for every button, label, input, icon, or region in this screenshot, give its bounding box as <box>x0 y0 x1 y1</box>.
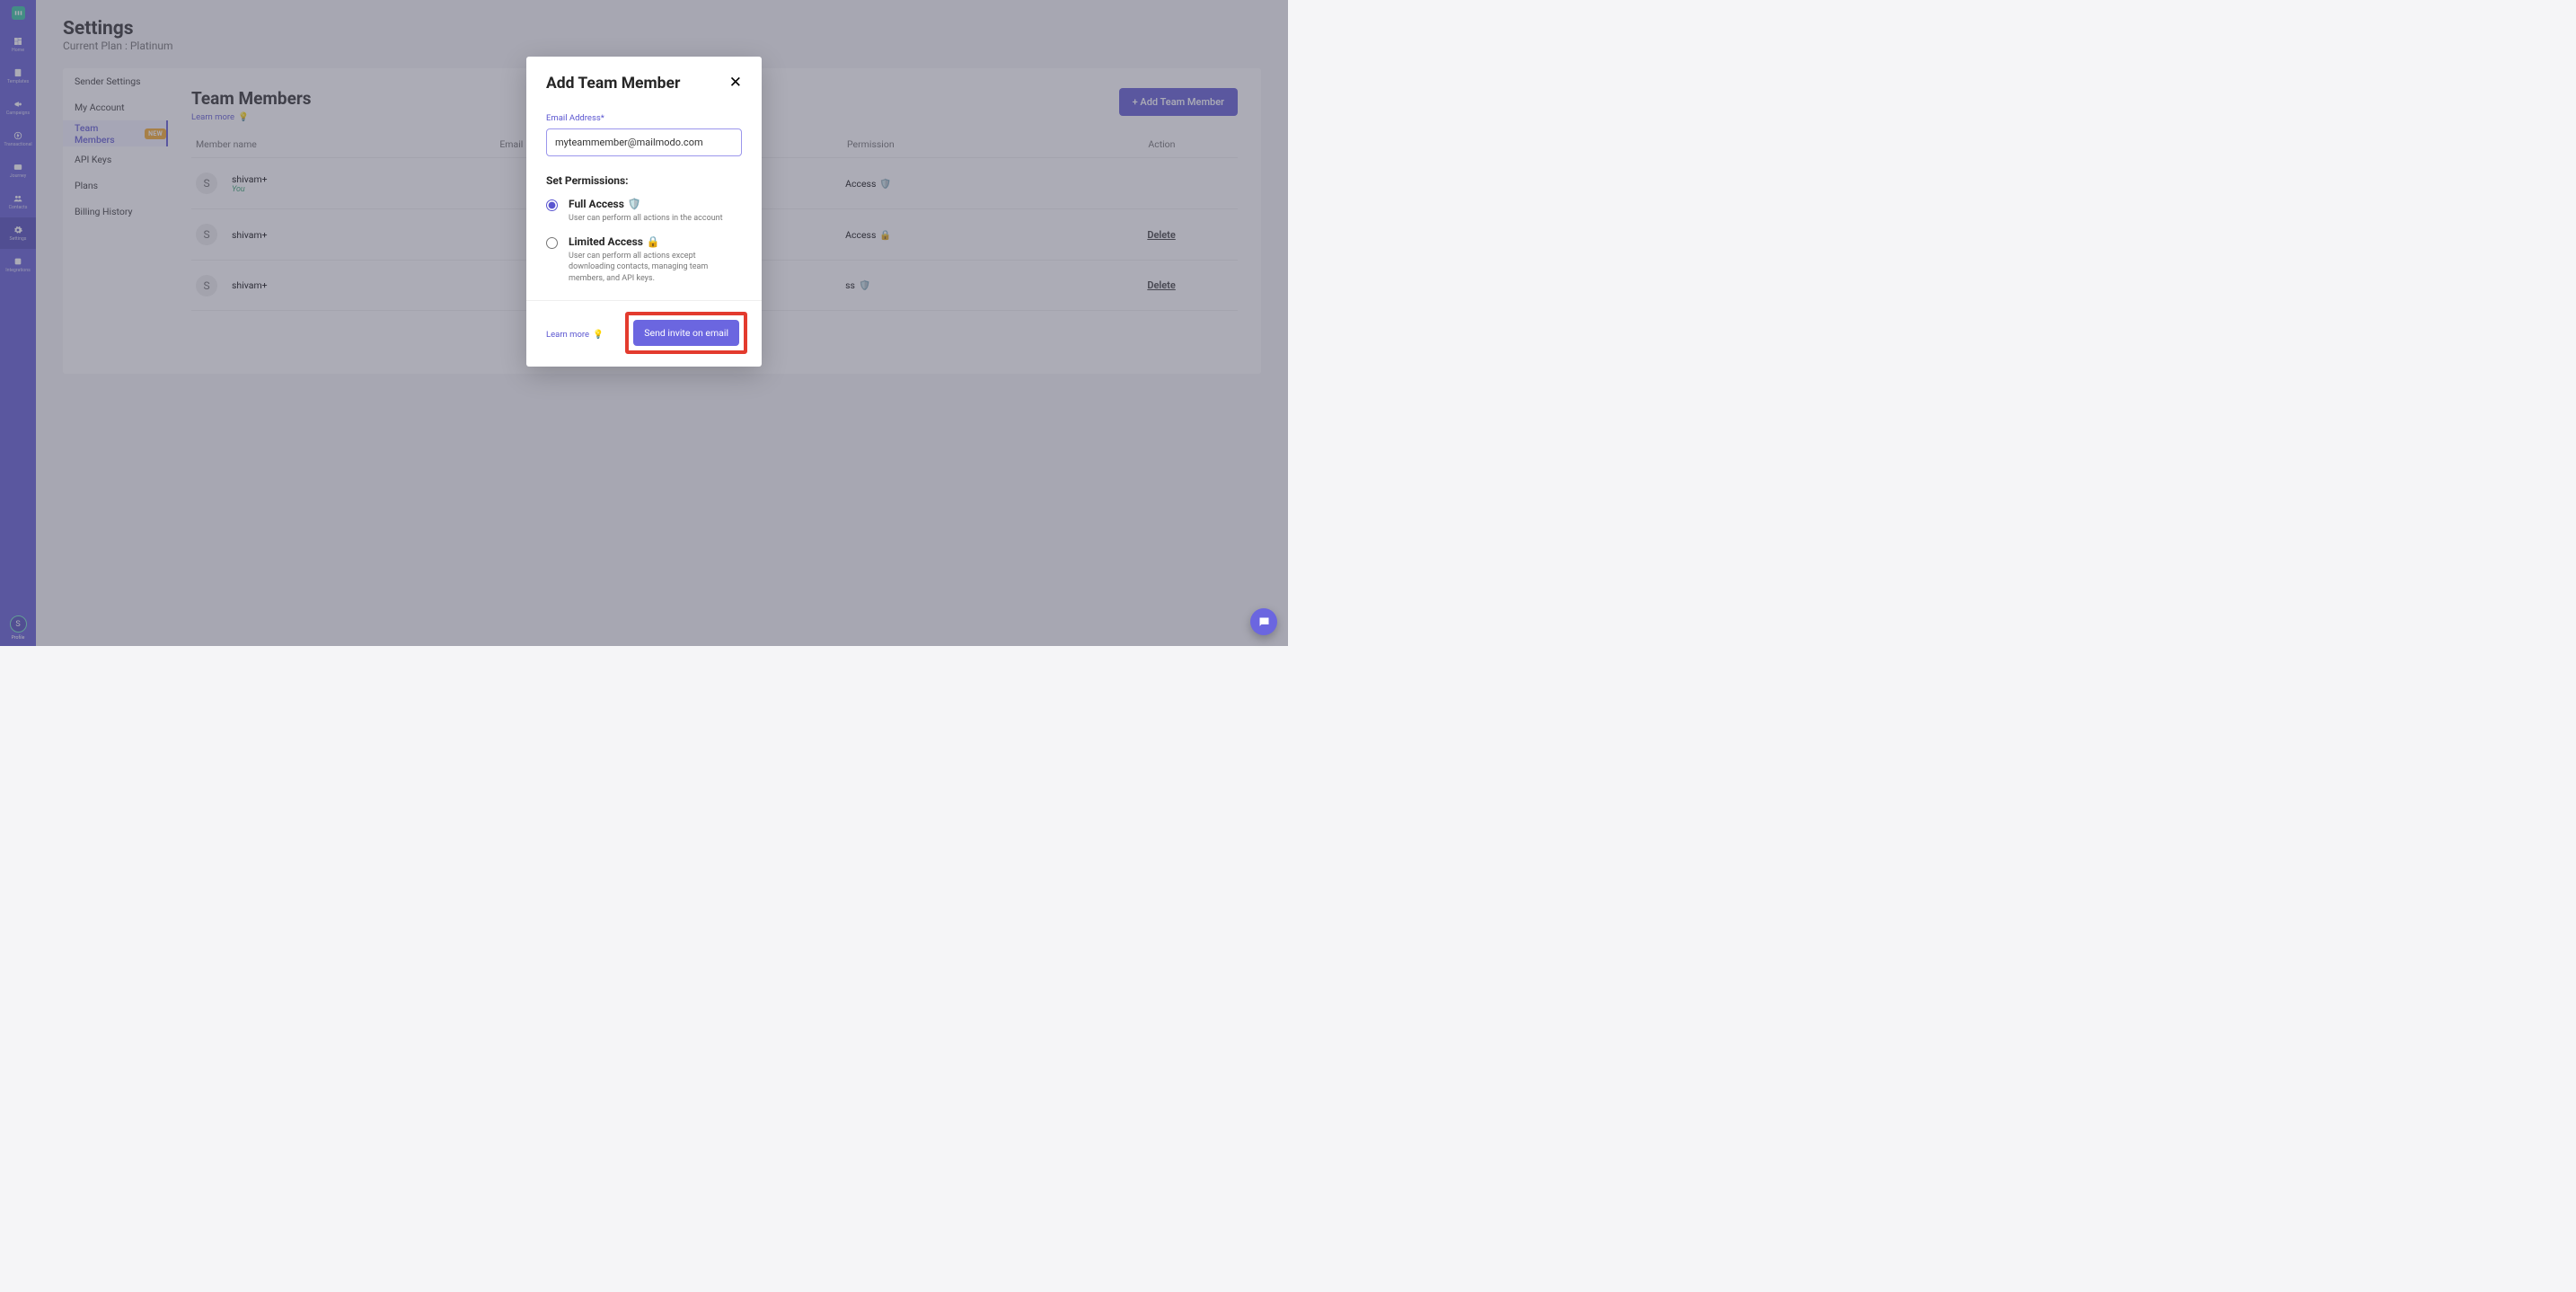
full-access-radio[interactable] <box>546 199 558 211</box>
permissions-heading: Set Permissions: <box>546 174 742 187</box>
shield-icon: 🛡️ <box>628 198 641 210</box>
modal-learn-more-link[interactable]: Learn more 💡 <box>546 330 604 340</box>
add-team-member-modal: Add Team Member ✕ Email Address* Set Per… <box>526 57 762 367</box>
limited-access-desc: User can perform all actions except down… <box>569 251 735 285</box>
limited-access-label: Limited Access 🔒 <box>569 235 735 248</box>
full-access-desc: User can perform all actions in the acco… <box>569 213 723 225</box>
full-access-label: Full Access 🛡️ <box>569 198 723 210</box>
chat-icon <box>1257 615 1271 629</box>
modal-overlay: Add Team Member ✕ Email Address* Set Per… <box>0 0 1288 646</box>
bulb-icon: 💡 <box>593 330 604 340</box>
email-input[interactable] <box>546 128 742 156</box>
modal-title: Add Team Member <box>546 75 680 93</box>
send-invite-button[interactable]: Send invite on email <box>633 320 739 346</box>
callout-highlight: Send invite on email <box>625 312 747 354</box>
close-icon[interactable]: ✕ <box>729 75 742 90</box>
lock-icon: 🔒 <box>647 235 660 248</box>
limited-access-radio[interactable] <box>546 237 558 249</box>
email-label: Email Address* <box>546 113 604 123</box>
chat-widget[interactable] <box>1250 608 1277 635</box>
